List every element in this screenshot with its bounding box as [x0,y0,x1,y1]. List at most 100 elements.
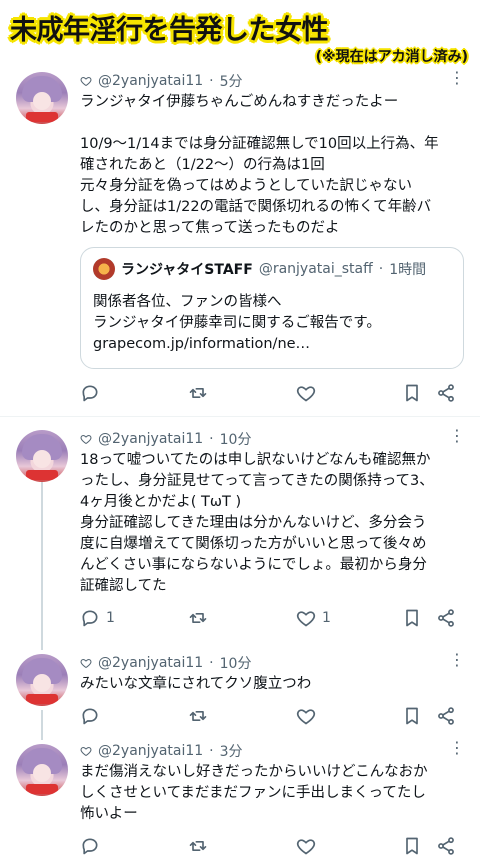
like-button[interactable] [296,706,316,726]
tweet-line: 4ヶ月後とかだよ( TωT ) [80,494,242,510]
retweet-button[interactable] [188,706,208,726]
timestamp[interactable]: 3分 [220,741,243,761]
retweet-icon [189,613,207,623]
heart-outline-icon [80,434,92,445]
like-button[interactable]: 1 [296,608,331,628]
tweet-line: 身分証確認してきた理由は分かんないけど、多分会う [80,515,427,531]
timestamp[interactable]: 10分 [220,653,252,673]
tweet-header: @2yanjyatai11 · 10分 [80,652,251,674]
quote-line: ランジャタイ伊藤幸司に関するご報告です。 [93,315,381,331]
tweet-text: みたいな文章にされてクソ腹立つわ [80,674,466,695]
tweet-line: 証確認してた [80,578,167,594]
separator-dot: · [209,73,214,89]
separator-dot: · [209,655,214,671]
tweet-line: レたのかと思って焦って送ったものだよ [80,220,340,236]
quote-line: 関係者各位、ファンの皆様へ [93,294,282,310]
reply-bubble-icon [82,610,98,627]
quoted-tweet[interactable]: ランジャタイSTAFF @ranjyatai_staff · 1時間 関係者各位… [80,247,464,369]
tweet-3[interactable]: @2yanjyatai11 · 10分 ⋮ みたいな文章にされてクソ腹立つわ [0,648,480,734]
tweet-line: 怖いよー [80,806,138,822]
heart-outline-icon [296,839,316,855]
retweet-button[interactable] [188,383,208,403]
action-bar [80,706,460,730]
share-button[interactable] [436,383,456,403]
reply-button[interactable] [80,836,100,856]
timestamp[interactable]: 5分 [220,71,243,91]
separator-dot: · [209,743,214,759]
reply-bubble-icon [82,838,98,855]
tweet-4[interactable]: @2yanjyatai11 · 3分 ⋮ まだ傷消えないし好きだったからいいけど… [0,738,480,862]
tweet-2[interactable]: @2yanjyatai11 · 10分 ⋮ 18って嘘ついてたのは申し訳ないけど… [0,420,480,645]
bookmark-icon [406,384,418,402]
share-icon [438,609,454,627]
tweet-header: @2yanjyatai11 · 3分 [80,740,243,762]
reply-button[interactable] [80,706,100,726]
action-bar [80,383,460,407]
bookmark-button[interactable] [402,383,422,403]
tweet-1[interactable]: @2yanjyatai11 · 5分 ⋮ ランジャタイ伊藤ちゃんごめんねすきだっ… [0,62,480,414]
heart-outline-icon [296,709,316,725]
reply-button[interactable] [80,383,100,403]
heart-outline-icon [296,611,316,627]
user-handle[interactable]: @2yanjyatai11 [98,655,203,671]
reply-bubble-icon [82,385,98,402]
tweet-line: ったし、身分証見せてって言ってきたの関係持って3、 [80,473,434,489]
retweet-icon [189,388,207,398]
retweet-icon [189,841,207,851]
bookmark-button[interactable] [402,706,422,726]
tweet-line: まだ傷消えないし好きだったからいいけどこんなおか [80,764,428,780]
timestamp[interactable]: 10分 [220,429,252,449]
reply-bubble-icon [82,708,98,725]
tweet-line: 元々身分証を偽ってはめようとしていた訳じゃない [80,178,413,194]
tweet-line: みたいな文章にされてクソ腹立つわ [80,676,312,692]
tweet-text: まだ傷消えないし好きだったからいいけどこんなおか しくさせといてまだまだファンに… [80,762,466,825]
bookmark-icon [406,609,418,627]
share-icon [438,707,454,725]
avatar[interactable] [16,654,68,706]
reply-button[interactable]: 1 [80,608,115,628]
reply-count: 1 [106,610,115,626]
quote-text: 関係者各位、ファンの皆様へ ランジャタイ伊藤幸司に関するご報告です。 grape… [93,292,453,355]
user-handle[interactable]: @2yanjyatai11 [98,431,203,447]
share-button[interactable] [436,836,456,856]
retweet-button[interactable] [188,836,208,856]
avatar[interactable] [16,430,68,482]
bookmark-icon [406,837,418,855]
share-icon [438,837,454,855]
tweet-line: んどくさい事にならないようにでしょ。最初から身分 [80,557,427,573]
separator-dot: · [378,261,384,277]
more-dots-icon[interactable]: ⋮ [449,68,465,87]
quote-timestamp: 1時間 [389,262,427,278]
tweet-text: 18って嘘ついてたのは申し訳ないけどなんも確認無か ったし、身分証見せてって言っ… [80,450,466,597]
tweet-header: @2yanjyatai11 · 5分 [80,70,243,92]
more-dots-icon[interactable]: ⋮ [449,650,465,669]
user-handle[interactable]: @2yanjyatai11 [98,73,203,89]
share-button[interactable] [436,608,456,628]
tweet-header: @2yanjyatai11 · 10分 [80,428,251,450]
avatar[interactable] [16,744,68,796]
bookmark-button[interactable] [402,836,422,856]
separator-dot: · [209,431,214,447]
quote-link[interactable]: grapecom.jp/information/ne… [93,334,453,355]
avatar[interactable] [16,72,68,124]
action-bar: 1 1 [80,608,460,632]
more-dots-icon[interactable]: ⋮ [449,426,465,445]
action-bar [80,836,460,860]
divider [0,416,480,417]
quote-handle: @ranjyatai_staff [258,261,373,277]
share-button[interactable] [436,706,456,726]
bookmark-icon [406,707,418,725]
user-handle[interactable]: @2yanjyatai11 [98,743,203,759]
banner-title: 未成年淫行を告発した女性 [10,15,329,46]
retweet-button[interactable] [188,608,208,628]
like-button[interactable] [296,383,316,403]
like-button[interactable] [296,836,316,856]
banner: 未成年淫行を告発した女性 (※現在はアカ消し済み) [0,0,480,65]
tweet-line: ランジャタイ伊藤ちゃんごめんねすきだったよー [80,94,399,110]
tweet-line: しくさせといてまだまだファンに手出しまくってたし [80,785,426,801]
quote-header: ランジャタイSTAFF @ranjyatai_staff · 1時間 [93,258,426,280]
share-icon [438,384,454,402]
bookmark-button[interactable] [402,608,422,628]
more-dots-icon[interactable]: ⋮ [449,738,465,757]
heart-outline-icon [80,746,92,757]
